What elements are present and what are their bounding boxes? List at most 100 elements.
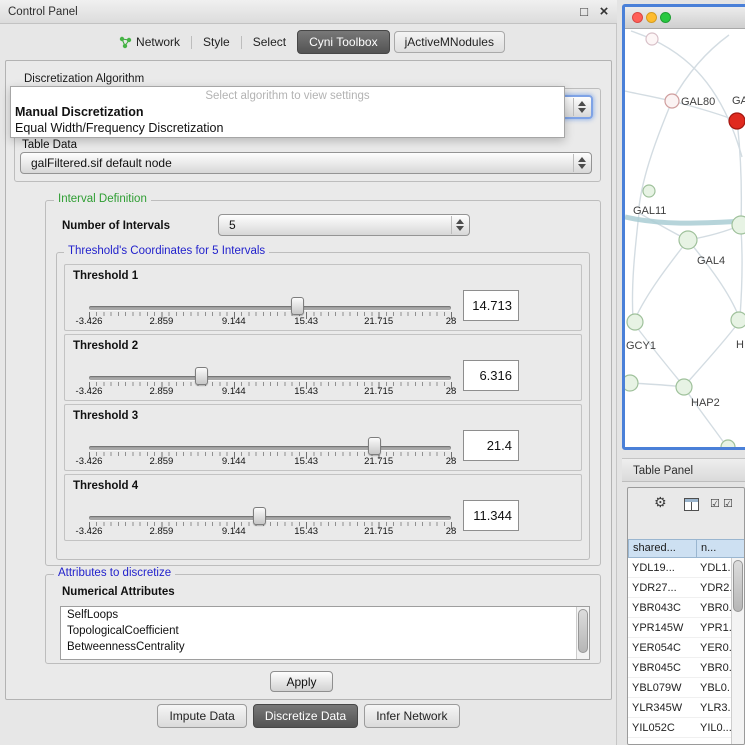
tab-infer-network[interactable]: Infer Network — [364, 704, 459, 728]
bottom-tab-bar: Impute Data Discretize Data Infer Networ… — [0, 703, 617, 729]
network-icon — [119, 36, 132, 49]
node-label: GAL11 — [633, 205, 666, 217]
algorithm-dropdown-popup: Select algorithm to view settings Manual… — [10, 86, 565, 138]
select-none-icon[interactable]: ☑ — [723, 497, 733, 510]
node-label: H — [736, 339, 744, 351]
cell-shared-name: YDL19... — [632, 558, 694, 578]
slider-track[interactable] — [89, 306, 451, 310]
tab-jactivemnodules[interactable]: jActiveMNodules — [394, 31, 505, 53]
network-node-gal80[interactable] — [665, 94, 679, 108]
cell-name: YBR0... — [700, 598, 731, 618]
scrollbar-thumb[interactable] — [578, 609, 588, 653]
network-canvas[interactable]: GAL80 GA GAL11 GAL4 GCY1 H HAP2 — [625, 29, 745, 447]
table-row[interactable]: YPR145W YPR1... — [628, 618, 731, 638]
zoom-window-icon[interactable] — [660, 12, 671, 23]
network-node-gcy1[interactable] — [627, 314, 643, 330]
tab-label: Cyni Toolbox — [309, 35, 377, 49]
select-all-icon[interactable]: ☑ — [710, 497, 720, 510]
threshold-1-panel: Threshold 1 -3.426 2.859 9.144 15.43 21.… — [64, 264, 582, 331]
tab-network[interactable]: Network — [112, 32, 187, 52]
table-row[interactable]: YER054C YER0... — [628, 638, 731, 658]
cell-shared-name: YBR045C — [632, 658, 694, 678]
number-of-intervals-combobox[interactable]: 5 — [218, 214, 470, 236]
threshold-2-panel: Threshold 2 -3.426 2.859 9.144 15.43 21.… — [64, 334, 582, 401]
network-node[interactable] — [731, 312, 745, 328]
cell-name: YIL0... — [700, 718, 731, 738]
table-row[interactable]: YLR345W YLR3... — [628, 698, 731, 718]
table-row[interactable]: YIL052C YIL0... — [628, 718, 731, 738]
network-node[interactable] — [625, 375, 638, 391]
tab-style[interactable]: Style — [196, 32, 237, 52]
arrow-down-icon — [456, 226, 464, 231]
list-item[interactable]: SelfLoops — [61, 607, 589, 623]
threshold-4-value-field[interactable]: 11.344 — [463, 500, 519, 531]
columns-icon[interactable] — [684, 498, 699, 511]
table-row[interactable]: YBL079W YBL0... — [628, 678, 731, 698]
combo-stepper-icon — [573, 98, 590, 116]
tab-select[interactable]: Select — [246, 32, 293, 52]
table-scrollbar[interactable] — [731, 558, 744, 744]
dropdown-option-manual-discretization[interactable]: Manual Discretization — [11, 104, 564, 120]
arrow-down-icon — [578, 108, 586, 113]
list-scrollbar[interactable] — [576, 607, 589, 659]
tab-cyni-toolbox[interactable]: Cyni Toolbox — [297, 30, 389, 54]
float-panel-icon[interactable]: □ — [576, 3, 592, 20]
scale-tick-label: -3.426 — [76, 386, 103, 397]
numerical-attributes-list[interactable]: SelfLoops TopologicalCoefficient Between… — [60, 606, 590, 660]
slider-scale: -3.426 2.859 9.144 15.43 21.715 28 — [89, 456, 451, 468]
slider-track[interactable] — [89, 376, 451, 380]
list-item[interactable]: BetweennessCentrality — [61, 639, 589, 655]
dropdown-option-equal-width-frequency[interactable]: Equal Width/Frequency Discretization — [11, 120, 564, 136]
slider-thumb[interactable] — [253, 507, 266, 525]
cell-name: YER0... — [700, 638, 731, 658]
slider-track[interactable] — [89, 516, 451, 520]
tab-impute-data[interactable]: Impute Data — [157, 704, 246, 728]
slider-track[interactable] — [89, 446, 451, 450]
table-row[interactable]: YDR27... YDR2... — [628, 578, 731, 598]
cell-name: YDL1... — [700, 558, 731, 578]
thresholds-group-title: Threshold's Coordinates for 5 Intervals — [64, 245, 269, 257]
attributes-group-title: Attributes to discretize — [54, 567, 175, 579]
scrollbar-thumb[interactable] — [733, 560, 743, 612]
table-row[interactable]: YDL19... YDL1... — [628, 558, 731, 578]
network-view-window[interactable]: GAL80 GA GAL11 GAL4 GCY1 H HAP2 — [622, 4, 745, 450]
column-header-shared-name[interactable]: shared... — [628, 539, 697, 558]
numerical-attributes-label: Numerical Attributes — [62, 586, 175, 598]
apply-button[interactable]: Apply — [270, 671, 333, 692]
slider-scale: -3.426 2.859 9.144 15.43 21.715 28 — [89, 386, 451, 398]
gear-icon[interactable]: ⚙ — [654, 494, 667, 511]
slider-thumb[interactable] — [291, 297, 304, 315]
table-row[interactable]: YBR045C YBR0... — [628, 658, 731, 678]
network-node[interactable] — [732, 216, 745, 234]
tab-discretize-data[interactable]: Discretize Data — [253, 704, 358, 728]
threshold-3-label: Threshold 3 — [73, 410, 138, 422]
network-node-gal11[interactable] — [643, 185, 655, 197]
network-node-gal4[interactable] — [679, 231, 697, 249]
cell-shared-name: YIL052C — [632, 718, 694, 738]
network-node[interactable] — [646, 33, 658, 45]
close-panel-icon[interactable]: × — [596, 3, 612, 20]
threshold-1-value-field[interactable]: 14.713 — [463, 290, 519, 321]
threshold-3-value-field[interactable]: 21.4 — [463, 430, 519, 461]
table-data-combobox[interactable]: galFiltered.sif default node — [20, 152, 592, 174]
list-item[interactable]: TopologicalCoefficient — [61, 623, 589, 639]
network-node-hap2[interactable] — [676, 379, 692, 395]
cell-name: YBR0... — [700, 658, 731, 678]
slider-thumb[interactable] — [368, 437, 381, 455]
minimize-window-icon[interactable] — [646, 12, 657, 23]
slider-thumb[interactable] — [195, 367, 208, 385]
scale-tick-label: 9.144 — [222, 316, 246, 327]
scale-tick-label: 21.715 — [364, 316, 393, 327]
combo-stepper-icon — [451, 216, 468, 234]
scale-tick-label: 2.859 — [150, 316, 174, 327]
threshold-2-value-field[interactable]: 6.316 — [463, 360, 519, 391]
table-row[interactable]: YBR043C YBR0... — [628, 598, 731, 618]
column-header-name[interactable]: n... — [696, 539, 745, 558]
tab-label: jActiveMNodules — [405, 35, 494, 49]
top-tab-bar: Network Style Select Cyni Toolbox jActiv… — [0, 27, 617, 57]
network-node-selected-red[interactable] — [729, 113, 745, 129]
scale-tick-label: 21.715 — [364, 386, 393, 397]
scale-tick-label: 15.43 — [294, 316, 318, 327]
node-label: GA — [732, 95, 745, 107]
close-window-icon[interactable] — [632, 12, 643, 23]
